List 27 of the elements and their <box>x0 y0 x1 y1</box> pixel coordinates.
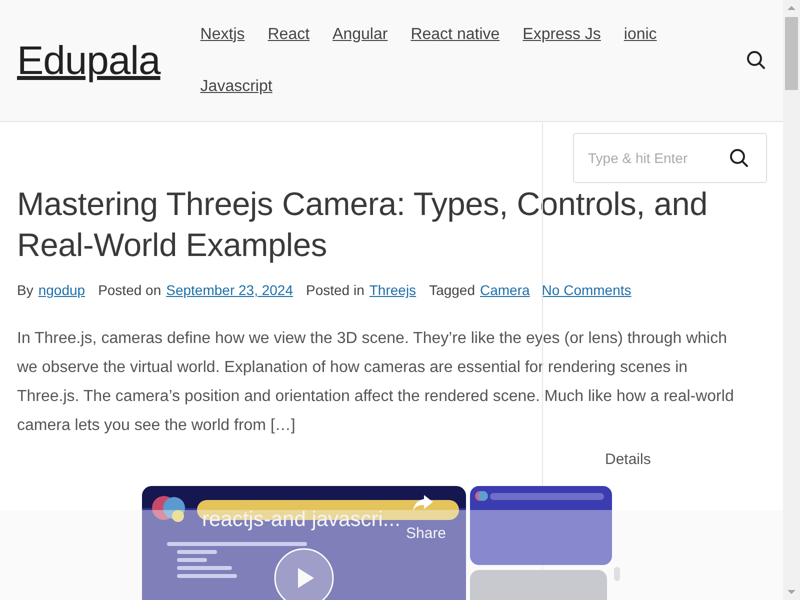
nav-link[interactable]: Express Js <box>522 24 601 46</box>
details-label: Details <box>605 451 651 468</box>
nav-link[interactable]: React <box>268 24 310 46</box>
meta-link[interactable]: ngodup <box>38 282 86 298</box>
share-icon[interactable] <box>412 494 434 512</box>
search-icon[interactable] <box>746 50 766 70</box>
meta-link[interactable]: Camera <box>480 282 530 298</box>
meta-link[interactable]: September 23, 2024 <box>166 282 293 298</box>
post-excerpt: In Three.js, cameras define how we view the 3D scene. They’re like the eyes (or lens) through which we observe the virtual world. Explanation of how cameras are essential for rendering scenes in Three.js. The camera’s position and orientation affect the rendered scene. Much like how a real-world camera lets you see the world from […] <box>17 329 735 436</box>
meta-link[interactable]: No Comments <box>542 282 632 298</box>
meta-label: Posted in <box>306 282 364 298</box>
meta-label: Tagged <box>429 282 475 298</box>
nav-link[interactable]: Nextjs <box>200 24 245 46</box>
nav-link[interactable]: React native <box>410 24 500 46</box>
video-thumbnail[interactable] <box>470 486 612 565</box>
nav-link[interactable]: Javascript <box>200 76 272 98</box>
meta-link[interactable]: Threejs <box>369 282 416 298</box>
post-title[interactable]: Mastering Threejs Camera: Types, Controls, and Real-World Examples <box>17 184 743 266</box>
search-field[interactable]: Type & hit Enter <box>573 133 767 183</box>
meta-label: Posted on <box>98 282 162 298</box>
scrollbar-thumb[interactable] <box>614 567 620 581</box>
nav-link[interactable]: ionic <box>624 24 657 46</box>
video-thumbnail[interactable] <box>470 570 607 600</box>
search-icon[interactable] <box>729 148 749 168</box>
site-logo[interactable]: Edupala <box>17 36 160 86</box>
nav-link[interactable]: Angular <box>332 24 388 46</box>
meta-label: By <box>17 282 34 298</box>
